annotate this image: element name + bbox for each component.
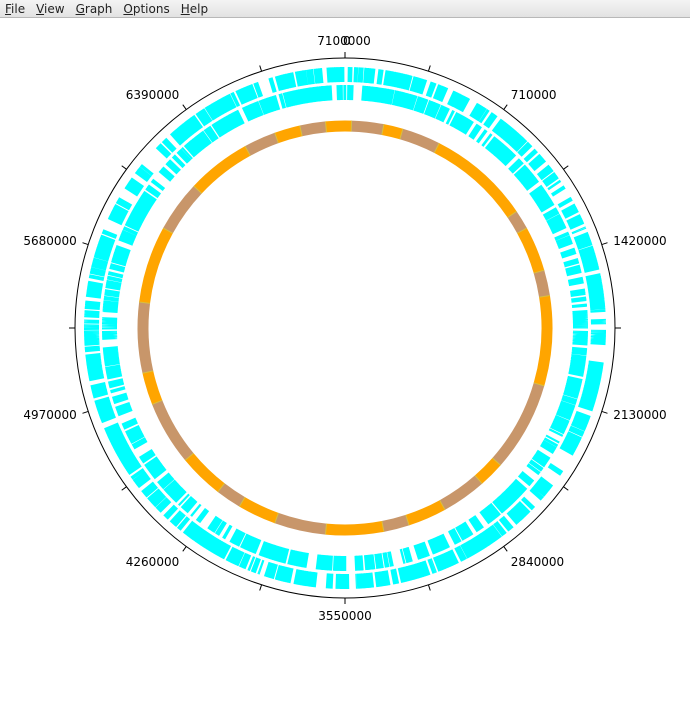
gc-band bbox=[242, 502, 276, 518]
tick-mark bbox=[602, 243, 608, 245]
tick-mark bbox=[83, 243, 89, 245]
tick-mark bbox=[428, 66, 430, 72]
gc-band bbox=[383, 520, 408, 526]
gc-band bbox=[157, 402, 189, 456]
gc-band bbox=[189, 457, 221, 488]
gc-band bbox=[442, 480, 478, 505]
circular-genome-canvas[interactable]: 0710000071000014200002130000284000035500… bbox=[0, 19, 690, 701]
gc-band bbox=[248, 138, 277, 151]
menu-options[interactable]: Options bbox=[118, 0, 175, 18]
tick-label: 4260000 bbox=[126, 555, 179, 569]
menu-bar: File View Graph Options Help bbox=[0, 0, 690, 18]
gc-band bbox=[301, 127, 326, 131]
gc-band bbox=[145, 231, 168, 303]
menu-graph[interactable]: Graph bbox=[71, 0, 119, 18]
gc-band bbox=[479, 462, 497, 480]
gc-band bbox=[497, 384, 539, 461]
tick-label: 4970000 bbox=[23, 408, 76, 422]
tick-mark bbox=[504, 546, 508, 551]
gc-band bbox=[326, 526, 383, 530]
gc-band bbox=[401, 134, 436, 148]
tick-mark bbox=[183, 105, 187, 110]
feature-track-inner bbox=[102, 85, 588, 571]
tick-mark bbox=[122, 487, 127, 491]
tick-label: 6390000 bbox=[126, 88, 179, 102]
gc-band bbox=[383, 130, 402, 134]
gc-band bbox=[326, 126, 345, 127]
axis-circle bbox=[75, 58, 615, 598]
tick-label: 7100000 bbox=[317, 34, 370, 48]
gc-band bbox=[277, 131, 301, 138]
tick-label: 2130000 bbox=[613, 408, 666, 422]
tick-mark bbox=[122, 166, 127, 170]
tick-label: 3550000 bbox=[318, 609, 371, 623]
gc-band bbox=[539, 272, 545, 297]
gc-band bbox=[407, 505, 442, 520]
tick-mark bbox=[563, 166, 568, 170]
feature-marks bbox=[84, 67, 606, 589]
gc-band bbox=[143, 303, 148, 372]
gc-band bbox=[512, 214, 522, 230]
gc-band bbox=[221, 488, 242, 502]
feature-marks bbox=[102, 85, 588, 571]
menu-help[interactable]: Help bbox=[176, 0, 214, 18]
feature-track-outer bbox=[84, 67, 606, 589]
tick-label: 5680000 bbox=[23, 234, 76, 248]
gc-band bbox=[198, 151, 248, 190]
tick-mark bbox=[83, 411, 89, 413]
gc-band bbox=[539, 296, 547, 384]
menu-file[interactable]: File bbox=[0, 0, 31, 18]
tick-mark bbox=[602, 411, 608, 413]
gc-band bbox=[351, 126, 383, 129]
gc-band bbox=[522, 231, 539, 272]
tick-marks bbox=[69, 52, 621, 604]
tick-label: 2840000 bbox=[511, 555, 564, 569]
tick-mark bbox=[563, 487, 568, 491]
gc-content-ring bbox=[139, 121, 550, 535]
menu-view[interactable]: View bbox=[31, 0, 70, 18]
tick-mark bbox=[428, 585, 430, 591]
gc-band bbox=[277, 518, 326, 529]
tick-label: 710000 bbox=[511, 88, 557, 102]
circular-genome-map[interactable]: 0710000071000014200002130000284000035500… bbox=[0, 19, 690, 701]
tick-mark bbox=[260, 585, 262, 591]
tick-mark bbox=[260, 66, 262, 72]
gc-band bbox=[148, 372, 157, 402]
gc-band bbox=[168, 190, 198, 231]
tick-mark bbox=[504, 105, 508, 110]
tick-label: 1420000 bbox=[613, 234, 666, 248]
tick-mark bbox=[183, 546, 187, 551]
